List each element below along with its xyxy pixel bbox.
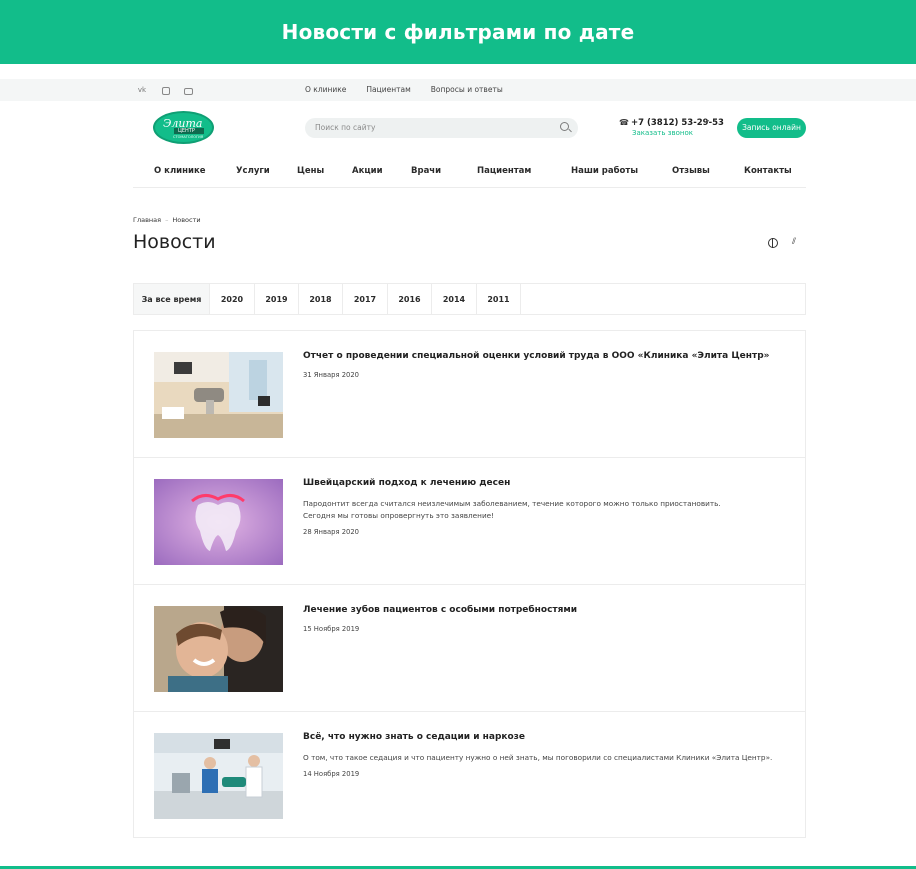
nav-item-prices[interactable]: Цены xyxy=(297,166,324,176)
news-title[interactable]: Лечение зубов пациентов с особыми потреб… xyxy=(303,605,577,615)
banner-title: Новости с фильтрами по дате xyxy=(281,20,635,44)
news-date: 14 Ноября 2019 xyxy=(303,770,360,778)
online-booking-button[interactable]: Запись онлайн xyxy=(737,118,806,138)
promo-banner: Новости с фильтрами по дате xyxy=(0,0,916,64)
news-description: Пародонтит всегда считался неизлечимым з… xyxy=(303,498,721,522)
nav-item-about[interactable]: О клинике xyxy=(154,166,206,176)
nav-item-works[interactable]: Наши работы xyxy=(571,166,638,176)
news-title[interactable]: Швейцарский подход к лечению десен xyxy=(303,478,510,488)
clinic-logo[interactable]: Элита ЦЕНТР СТОМАТОЛОГИЯ xyxy=(153,111,214,144)
news-title[interactable]: Всё, что нужно знать о седации и наркозе xyxy=(303,732,525,742)
logo-bar: ЦЕНТР xyxy=(174,128,204,134)
breadcrumb-home[interactable]: Главная xyxy=(133,216,161,224)
logo-subtitle: СТОМАТОЛОГИЯ xyxy=(173,135,204,139)
youtube-icon[interactable] xyxy=(184,87,193,95)
vk-icon[interactable]: vk xyxy=(136,84,148,96)
dental-office-photo xyxy=(154,352,283,438)
breadcrumb-current: Новости xyxy=(172,216,201,224)
news-description-line: Пародонтит всегда считался неизлечимым з… xyxy=(303,499,721,508)
mother-child-photo xyxy=(154,606,283,692)
tab-2016[interactable]: 2016 xyxy=(388,284,432,314)
nav-item-doctors[interactable]: Врачи xyxy=(411,166,441,176)
news-description-line: Сегодня мы готовы опровергнуть это заявл… xyxy=(303,511,495,520)
breadcrumb-separator: – xyxy=(165,216,169,224)
search-icon[interactable] xyxy=(560,122,569,131)
news-image-dental-office[interactable] xyxy=(154,352,283,438)
news-image-family[interactable] xyxy=(154,606,283,692)
chevron-down-icon[interactable]: ▾ xyxy=(706,118,709,125)
tab-2018[interactable]: 2018 xyxy=(299,284,343,314)
news-image-tooth[interactable] xyxy=(154,479,283,565)
top-bar: vk О клинике Пациентам Вопросы и ответы xyxy=(0,79,916,101)
tooth-illustration xyxy=(154,479,283,565)
nav-item-contacts[interactable]: Контакты xyxy=(744,166,792,176)
breadcrumb: Главная – Новости xyxy=(133,216,201,224)
search-input[interactable]: Поиск по сайту xyxy=(305,118,578,138)
instagram-icon[interactable] xyxy=(162,87,170,95)
news-item[interactable]: Лечение зубов пациентов с особыми потреб… xyxy=(134,585,805,712)
phone-number[interactable]: +7 (3812) 53-29-53 xyxy=(631,118,724,128)
tab-2011[interactable]: 2011 xyxy=(477,284,521,314)
search-placeholder: Поиск по сайту xyxy=(315,123,376,132)
rss-icon[interactable]: ⫽ xyxy=(792,237,796,247)
globe-icon[interactable] xyxy=(768,238,778,248)
social-links: vk xyxy=(136,84,193,96)
callback-link[interactable]: Заказать звонок xyxy=(632,129,693,137)
news-date: 31 Января 2020 xyxy=(303,371,360,379)
main-nav: О клинике Услуги Цены Акции Врачи Пациен… xyxy=(133,160,806,188)
news-item[interactable]: Швейцарский подход к лечению десен Парод… xyxy=(134,458,805,585)
news-image-surgery[interactable] xyxy=(154,733,283,819)
page-title: Новости xyxy=(133,231,216,253)
top-links: О клинике Пациентам Вопросы и ответы xyxy=(305,85,503,94)
top-link-about[interactable]: О клинике xyxy=(305,85,346,94)
tab-2019[interactable]: 2019 xyxy=(255,284,299,314)
news-description: О том, что такое седация и что пациенту … xyxy=(303,753,773,762)
tab-2014[interactable]: 2014 xyxy=(432,284,477,314)
nav-item-reviews[interactable]: Отзывы xyxy=(672,166,710,176)
top-link-faq[interactable]: Вопросы и ответы xyxy=(431,85,503,94)
surgery-team-photo xyxy=(154,733,283,819)
tab-all-time[interactable]: За все время xyxy=(134,284,210,314)
news-item[interactable]: Всё, что нужно знать о седации и наркозе… xyxy=(134,712,805,839)
nav-item-patients[interactable]: Пациентам xyxy=(477,166,531,176)
nav-item-promotions[interactable]: Акции xyxy=(352,166,383,176)
news-list: Отчет о проведении специальной оценки ус… xyxy=(133,330,806,838)
logo-bar-text: ЦЕНТР xyxy=(178,128,195,134)
phone-icon: ☎ xyxy=(619,118,629,127)
nav-item-services[interactable]: Услуги xyxy=(236,166,270,176)
tab-2017[interactable]: 2017 xyxy=(343,284,388,314)
news-title[interactable]: Отчет о проведении специальной оценки ус… xyxy=(303,351,769,361)
tab-2020[interactable]: 2020 xyxy=(210,284,255,314)
top-link-patients[interactable]: Пациентам xyxy=(366,85,410,94)
news-date: 15 Ноября 2019 xyxy=(303,625,360,633)
news-date: 28 Января 2020 xyxy=(303,528,360,536)
news-item[interactable]: Отчет о проведении специальной оценки ус… xyxy=(134,331,805,458)
date-filter-tabs: За все время 2020 2019 2018 2017 2016 20… xyxy=(133,283,806,315)
